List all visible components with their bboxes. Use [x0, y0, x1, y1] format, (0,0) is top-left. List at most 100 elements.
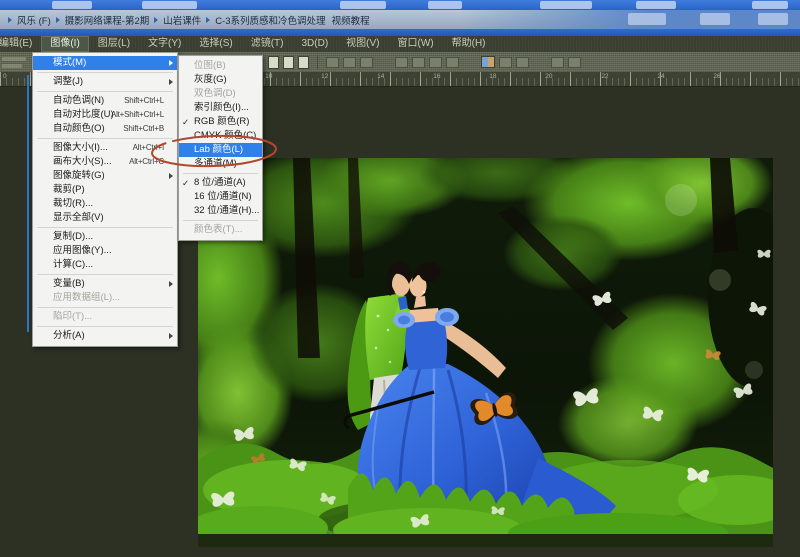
menu-separator: [183, 173, 258, 174]
menu-item-label: 应用数据组(L)...: [53, 292, 120, 303]
submenu-item-multichannel[interactable]: 多通道(M): [179, 157, 262, 171]
menu-separator: [37, 227, 173, 228]
menu-item-variables[interactable]: 变量(B): [33, 277, 177, 291]
menu-item-label: 32 位/通道(H)...: [194, 205, 259, 216]
submenu-arrow-icon: [169, 79, 173, 85]
menu-item-adjustments[interactable]: 调整(J): [33, 75, 177, 89]
menu-item-label: 自动对比度(U): [53, 109, 114, 120]
breadcrumb-arrow-icon: [206, 17, 210, 23]
menu-item-image-rotation[interactable]: 图像旋转(G): [33, 169, 177, 183]
menubar-item-layer[interactable]: 图层(L): [89, 36, 139, 52]
app-window: 风乐 (F) 摄影网络课程-第2期 山岩课件 C-3系列质感和冷色调处理 视频教…: [0, 0, 800, 557]
menu-item-label: 变量(B): [53, 278, 85, 289]
menubar-item-window[interactable]: 窗口(W): [389, 36, 443, 52]
toolbar-icon[interactable]: [446, 57, 459, 68]
guide-line: [27, 75, 29, 332]
toolbar-icon[interactable]: [412, 57, 425, 68]
titlebar-highlight: [636, 1, 676, 9]
menu-item-mode[interactable]: 模式(M): [33, 56, 177, 70]
menu-separator: [183, 220, 258, 221]
menu-item-canvas-size[interactable]: 画布大小(S)... Alt+Ctrl+C: [33, 155, 177, 169]
doc-preset-icon[interactable]: [298, 56, 309, 69]
toolbar-icon[interactable]: [395, 57, 408, 68]
menu-item-label: 多通道(M): [194, 158, 237, 169]
submenu-item-grayscale[interactable]: 灰度(G): [179, 73, 262, 87]
menubar-item-filter[interactable]: 滤镜(T): [242, 36, 293, 52]
toolbar-icon[interactable]: [429, 57, 442, 68]
menu-item-label: 位图(B): [194, 60, 226, 71]
titlebar-highlight: [752, 1, 788, 9]
options-icons: [268, 55, 581, 69]
menu-item-apply-image[interactable]: 应用图像(Y)...: [33, 244, 177, 258]
menubar-item-edit[interactable]: 编辑(E): [0, 36, 41, 52]
menu-item-auto-color[interactable]: 自动颜色(O) Shift+Ctrl+B: [33, 122, 177, 136]
menu-item-label: RGB 颜色(R): [194, 116, 249, 127]
submenu-arrow-icon: [169, 281, 173, 287]
menubar-item-type[interactable]: 文字(Y): [139, 36, 190, 52]
menubar-item-select[interactable]: 选择(S): [190, 36, 241, 52]
menubar-item-help[interactable]: 帮助(H): [443, 36, 495, 52]
submenu-item-32-bits[interactable]: 32 位/通道(H)...: [179, 204, 262, 218]
menu-item-analysis[interactable]: 分析(A): [33, 329, 177, 343]
menu-separator: [37, 307, 173, 308]
menu-item-auto-contrast[interactable]: 自动对比度(U) Alt+Shift+Ctrl+L: [33, 108, 177, 122]
menu-item-trim[interactable]: 裁切(R)...: [33, 197, 177, 211]
menu-item-label: 调整(J): [53, 76, 83, 87]
menu-item-label: 模式(M): [53, 57, 86, 68]
submenu-arrow-icon: [169, 333, 173, 339]
menubar-item-3d[interactable]: 3D(D): [293, 36, 338, 52]
image-menu: 模式(M) 调整(J) 自动色调(N) Shift+Ctrl+L 自动对比度(U…: [32, 52, 178, 347]
submenu-item-16-bits[interactable]: 16 位/通道(N): [179, 190, 262, 204]
menu-item-calculations[interactable]: 计算(C)...: [33, 258, 177, 272]
menu-item-image-size[interactable]: 图像大小(I)... Alt+Ctrl+I: [33, 141, 177, 155]
breadcrumb-arrow-icon: [154, 17, 158, 23]
menu-shortcut: Alt+Shift+Ctrl+L: [111, 108, 164, 122]
breadcrumb-segment[interactable]: 风乐 (F): [17, 13, 51, 27]
submenu-item-cmyk-color[interactable]: CMYK 颜色(C): [179, 129, 262, 143]
submenu-item-8-bits[interactable]: ✓ 8 位/通道(A): [179, 176, 262, 190]
toolbar-separator: [317, 55, 318, 69]
menu-shortcut: Alt+Ctrl+I: [133, 141, 164, 155]
toolbar-icon[interactable]: [326, 57, 339, 68]
toolbar-icon[interactable]: [551, 57, 564, 68]
menu-item-label: 分析(A): [53, 330, 85, 341]
toolbar-icon[interactable]: [499, 57, 512, 68]
menu-shortcut: Alt+Ctrl+C: [129, 155, 164, 169]
submenu-item-indexed-color[interactable]: 索引颜色(I)...: [179, 101, 262, 115]
menu-item-duplicate[interactable]: 复制(D)...: [33, 230, 177, 244]
breadcrumb-segment[interactable]: C-3系列质感和冷色调处理: [215, 13, 325, 27]
document-canvas[interactable]: [198, 158, 773, 547]
menu-separator: [37, 326, 173, 327]
menu-bar: 编辑(E) 图像(I) 图层(L) 文字(Y) 选择(S) 滤镜(T) 3D(D…: [0, 36, 800, 52]
titlebar-highlight: [52, 1, 92, 9]
submenu-item-rgb-color[interactable]: ✓ RGB 颜色(R): [179, 115, 262, 129]
menu-item-label: 自动颜色(O): [53, 123, 105, 134]
menu-item-label: 应用图像(Y)...: [53, 245, 112, 256]
checkmark-icon: ✓: [182, 115, 189, 129]
menu-item-label: 显示全部(V): [53, 212, 104, 223]
toolbar-icon[interactable]: [516, 57, 529, 68]
color-swap-icon[interactable]: [481, 56, 495, 68]
titlebar-highlight: [428, 1, 462, 9]
doc-preset-icon[interactable]: [283, 56, 294, 69]
menu-item-crop[interactable]: 裁剪(P): [33, 183, 177, 197]
menu-item-auto-tone[interactable]: 自动色调(N) Shift+Ctrl+L: [33, 94, 177, 108]
toolbar-icon[interactable]: [568, 57, 581, 68]
submenu-item-lab-color[interactable]: Lab 颜色(L): [179, 143, 262, 157]
titlebar-highlight: [142, 1, 197, 9]
toolbar-icon[interactable]: [360, 57, 373, 68]
breadcrumb-segment[interactable]: 摄影网络课程-第2期: [65, 13, 149, 27]
breadcrumb-arrow-icon: [56, 17, 60, 23]
breadcrumb-segment[interactable]: 山岩课件: [163, 13, 201, 27]
options-text-fragment: [2, 64, 22, 68]
toolbar-icon[interactable]: [343, 57, 356, 68]
menubar-item-view[interactable]: 视图(V): [337, 36, 388, 52]
menubar-item-image[interactable]: 图像(I): [41, 36, 88, 52]
menu-item-label: 索引颜色(I)...: [194, 102, 249, 113]
menu-item-reveal-all[interactable]: 显示全部(V): [33, 211, 177, 225]
doc-preset-icon[interactable]: [268, 56, 279, 69]
menu-item-label: 裁切(R)...: [53, 198, 93, 209]
menu-item-apply-data-set: 应用数据组(L)...: [33, 291, 177, 305]
menu-item-trap: 陷印(T)...: [33, 310, 177, 324]
menu-item-label: CMYK 颜色(C): [194, 130, 256, 141]
